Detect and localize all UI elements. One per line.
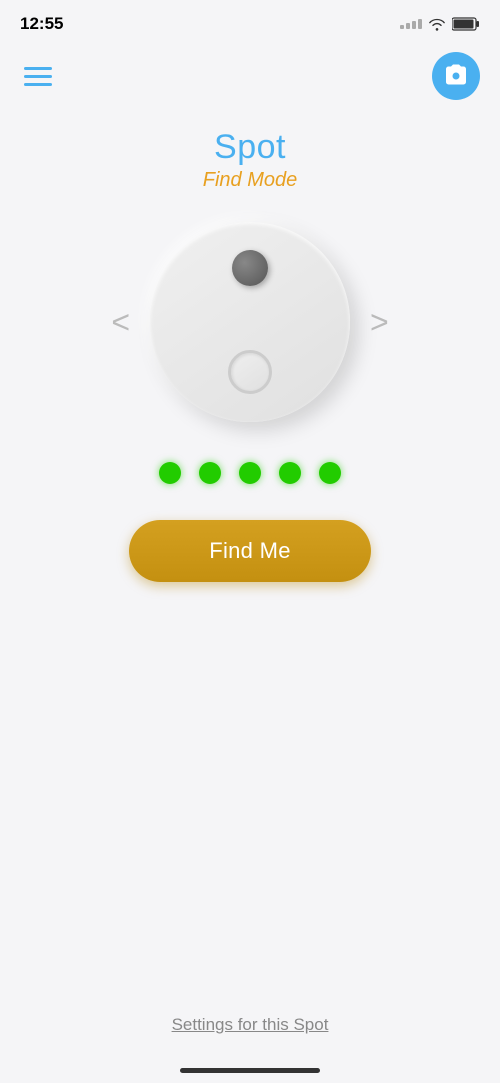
top-nav bbox=[0, 44, 500, 108]
device-area: < > bbox=[0, 222, 500, 422]
device-bottom-ring bbox=[228, 350, 272, 394]
status-icons bbox=[400, 17, 480, 31]
signal-dot-4 bbox=[279, 462, 301, 484]
cellular-signal-icon bbox=[400, 19, 422, 29]
camera-button[interactable] bbox=[432, 52, 480, 100]
status-time: 12:55 bbox=[20, 14, 63, 34]
signal-dot-2 bbox=[199, 462, 221, 484]
status-bar: 12:55 bbox=[0, 0, 500, 44]
wifi-icon bbox=[428, 17, 446, 31]
left-arrow-button[interactable]: < bbox=[91, 304, 150, 341]
device-top-dot bbox=[232, 250, 268, 286]
signal-dot-1 bbox=[159, 462, 181, 484]
spot-title: Spot bbox=[214, 128, 286, 167]
settings-link-container: Settings for this Spot bbox=[0, 1015, 500, 1035]
find-mode-label: Find Mode bbox=[203, 169, 298, 192]
hamburger-line-2 bbox=[24, 75, 52, 78]
signal-dot-5 bbox=[319, 462, 341, 484]
right-arrow-button[interactable]: > bbox=[350, 304, 409, 341]
home-indicator bbox=[180, 1068, 320, 1073]
battery-icon bbox=[452, 17, 480, 31]
signal-indicators bbox=[159, 462, 341, 484]
hamburger-line-3 bbox=[24, 83, 52, 86]
menu-button[interactable] bbox=[20, 63, 56, 90]
camera-icon bbox=[444, 64, 468, 88]
find-me-button[interactable]: Find Me bbox=[129, 520, 371, 582]
signal-dot-3 bbox=[239, 462, 261, 484]
main-content: Spot Find Mode < > Find Me bbox=[0, 108, 500, 582]
device-circle bbox=[150, 222, 350, 422]
settings-link[interactable]: Settings for this Spot bbox=[172, 1015, 329, 1034]
hamburger-line-1 bbox=[24, 67, 52, 70]
